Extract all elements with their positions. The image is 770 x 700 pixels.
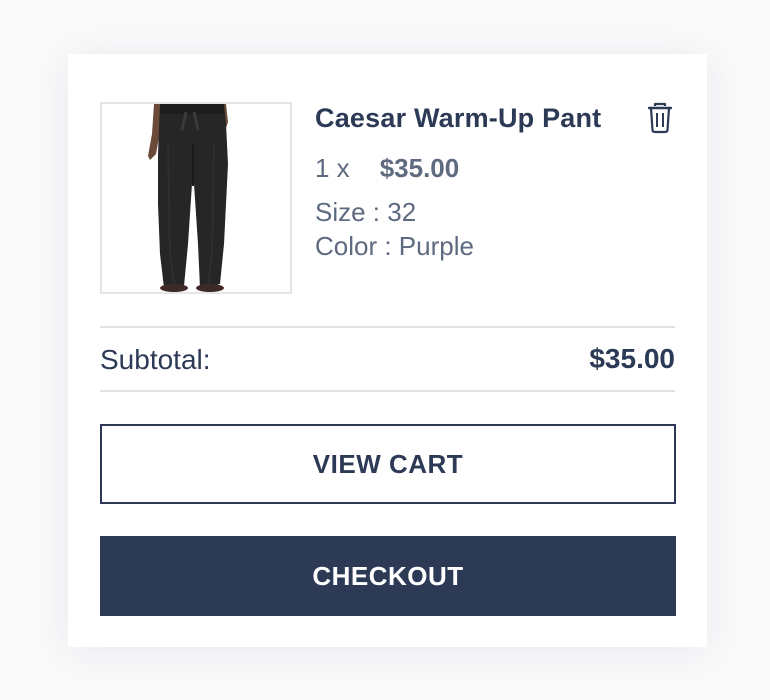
unit-price: $35.00 [379,153,460,183]
checkout-button[interactable]: CHECKOUT [100,536,676,616]
product-name[interactable]: Caesar Warm-Up Pant [315,103,601,134]
trash-icon[interactable] [645,102,675,134]
divider-bottom [100,390,675,392]
quantity-price-line: 1 x $35.00 [315,153,459,184]
subtotal-value: $35.00 [589,343,675,374]
divider-top [100,326,675,328]
pants-image [148,104,228,292]
subtotal-label: Subtotal: [100,344,211,375]
quantity-text: 1 x [315,153,350,183]
color-attribute: Color : Purple [315,231,474,261]
product-image[interactable] [100,102,292,294]
mini-cart-panel: Caesar Warm-Up Pant 1 x $35.00 Size : 32 … [68,54,707,647]
view-cart-button[interactable]: VIEW CART [100,424,676,504]
size-attribute: Size : 32 [315,197,417,227]
